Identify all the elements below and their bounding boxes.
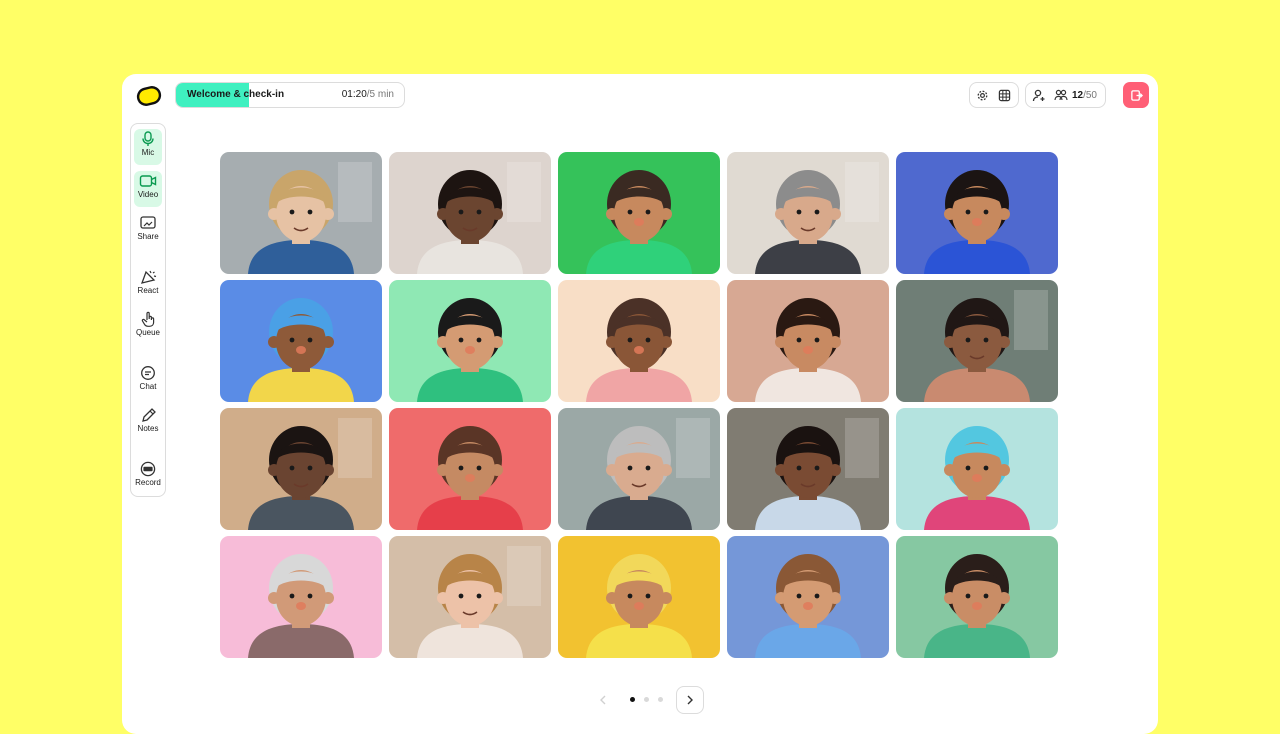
page-dot[interactable] [658,697,663,702]
participants-controls: 12/50 [1024,82,1106,108]
raise-hand-icon [141,311,155,327]
record-label: Record [135,478,161,487]
avatar-video-feed [896,408,1058,530]
participant-tile[interactable] [896,536,1058,658]
chat-label: Chat [139,382,157,391]
participant-tile[interactable] [558,408,720,530]
avatar-video-feed [727,536,889,658]
avatar-video-feed [558,280,720,402]
camera-video-feed [727,408,889,530]
mic-label: Mic [141,148,155,157]
people-icon [1054,89,1068,101]
share-screen-icon [140,216,156,229]
avatar-video-feed [220,280,382,402]
camera-video-feed [220,408,382,530]
notes-button[interactable]: Notes [134,405,162,441]
participant-max: /50 [1083,89,1097,101]
participant-tile[interactable] [389,408,551,530]
chevron-left-icon [600,695,606,705]
leave-button[interactable] [1123,82,1149,108]
camera-video-feed [389,152,551,274]
mic-icon [142,131,154,146]
pagination [592,686,712,714]
avatar-video-feed [389,280,551,402]
agenda-item-title: Welcome & check-in [187,89,285,100]
layout-grid-button[interactable] [994,84,1016,106]
previous-page-button[interactable] [592,689,614,711]
participant-count: 12/50 [1072,90,1103,101]
camera-video-feed [220,152,382,274]
participants-button[interactable] [1050,84,1072,106]
avatar-video-feed [220,536,382,658]
video-label: Video [137,190,159,199]
queue-label: Queue [135,328,161,337]
view-controls [968,82,1019,108]
participant-tile[interactable] [389,280,551,402]
gear-icon [978,90,988,100]
share-button[interactable]: Share [134,213,162,249]
controls-sidebar: Mic Video Share React Queue Chat Notes R… [130,123,166,497]
leave-icon [1130,89,1143,101]
share-label: Share [137,232,159,241]
participant-tile[interactable] [727,408,889,530]
agenda-progress-bar[interactable]: Welcome & check-in 01:20/5 min [175,82,405,108]
video-button[interactable]: Video [134,171,162,207]
participant-tile[interactable] [389,152,551,274]
queue-button[interactable]: Queue [134,309,162,345]
participant-tile[interactable] [220,536,382,658]
avatar-video-feed [558,152,720,274]
participant-tile[interactable] [220,152,382,274]
page-dot[interactable] [644,697,649,702]
react-label: React [137,286,159,295]
meeting-window: Welcome & check-in 01:20/5 min 12/50 Mic… [122,74,1158,734]
participant-tile[interactable] [727,280,889,402]
top-toolbar: 12/50 [968,82,1106,108]
video-icon [139,175,157,187]
participant-tile[interactable] [896,280,1058,402]
participant-tile[interactable] [558,536,720,658]
camera-video-feed [727,152,889,274]
participant-tile[interactable] [389,536,551,658]
notes-label: Notes [137,424,159,433]
avatar-video-feed [727,280,889,402]
agenda-elapsed: 01:20 [341,89,367,100]
invite-button[interactable] [1028,84,1050,106]
record-button[interactable]: Record [134,459,162,495]
participant-current: 12 [1071,89,1084,101]
participant-tile[interactable] [558,280,720,402]
settings-button[interactable] [972,84,994,106]
pencil-icon [142,408,156,422]
react-button[interactable]: React [134,267,162,303]
page-dot[interactable] [630,697,635,702]
react-icon [140,270,157,284]
participant-tile[interactable] [558,152,720,274]
agenda-total: /5 min [366,89,394,100]
participant-tile[interactable] [220,280,382,402]
avatar-video-feed [389,408,551,530]
participant-tile[interactable] [727,536,889,658]
chevron-right-icon [687,695,693,705]
chat-icon [141,366,155,380]
participant-tile[interactable] [727,152,889,274]
participant-tile[interactable] [896,152,1058,274]
app-logo-icon [136,86,162,106]
participant-tile[interactable] [220,408,382,530]
next-page-button[interactable] [676,686,704,714]
camera-video-feed [558,408,720,530]
avatar-video-feed [558,536,720,658]
mic-button[interactable]: Mic [134,129,162,165]
add-person-icon [1032,89,1045,101]
avatar-video-feed [896,536,1058,658]
avatar-video-feed [896,152,1058,274]
agenda-timer: 01:20/5 min [342,89,394,100]
camera-video-feed [896,280,1058,402]
camera-video-feed [389,536,551,658]
grid-icon [999,89,1011,101]
participant-tile[interactable] [896,408,1058,530]
rec-icon [140,461,156,477]
chat-button[interactable]: Chat [134,363,162,399]
